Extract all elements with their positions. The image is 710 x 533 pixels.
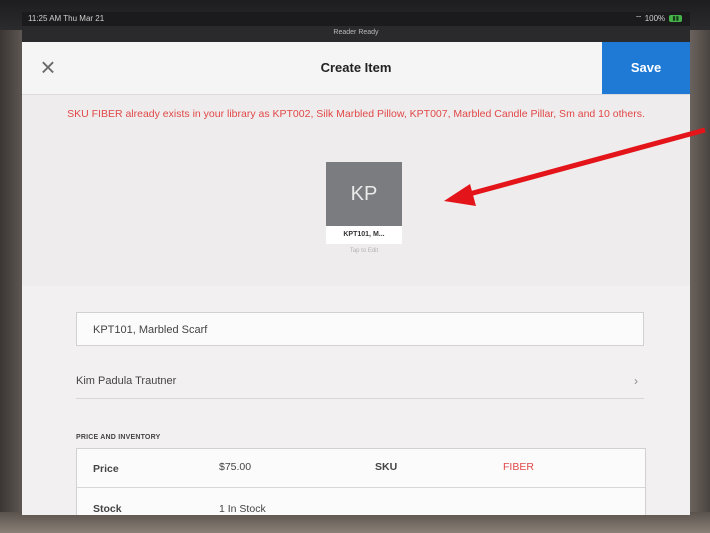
reader-status: Reader Ready <box>333 29 379 36</box>
wifi-icon: ⌔ <box>634 14 643 23</box>
price-label: Price <box>93 463 119 475</box>
status-time: 11:25 AM Thu Mar 21 <box>28 14 105 23</box>
battery-icon: ▮▮ <box>669 15 682 22</box>
vendor-name: Kim Padula Trautner <box>76 375 177 387</box>
item-image-tile[interactable]: KP <box>326 162 402 226</box>
price-inventory-table: Price $75.00 SKU FIBER Stock 1 In Stock <box>76 448 646 515</box>
sku-error-message: SKU FIBER already exists in your library… <box>67 108 645 120</box>
table-divider <box>77 487 645 488</box>
nav-header: × Create Item Save <box>22 42 690 95</box>
stock-value[interactable]: 1 In Stock <box>219 503 266 515</box>
status-bar: 11:25 AM Thu Mar 21 ⌔ 100% ▮▮ <box>22 12 690 26</box>
reader-status-bar: Reader Ready <box>22 26 690 42</box>
item-name-field[interactable]: KPT101, Marbled Scarf <box>76 312 644 346</box>
status-right: ⌔ 100% ▮▮ <box>635 14 682 24</box>
item-tile-label: KPT101, M... <box>326 226 402 244</box>
device-bezel-right <box>688 0 710 533</box>
save-button[interactable]: Save <box>602 42 690 94</box>
price-inventory-section-label: PRICE AND INVENTORY <box>76 434 161 441</box>
tap-to-edit-hint[interactable]: Tap to Edit <box>326 248 402 254</box>
sku-label: SKU <box>375 461 398 473</box>
sku-value[interactable]: FIBER <box>503 461 534 473</box>
vendor-row[interactable]: Kim Padula Trautner › <box>76 364 644 399</box>
battery-percent: 100% <box>644 14 666 23</box>
ipad-screen: 11:25 AM Thu Mar 21 ⌔ 100% ▮▮ Reader Rea… <box>22 12 690 515</box>
chevron-right-icon: › <box>634 374 638 388</box>
device-bezel-bottom <box>0 512 710 533</box>
page-title: Create Item <box>320 60 392 75</box>
stock-label: Stock <box>93 503 122 515</box>
price-value[interactable]: $75.00 <box>219 461 251 473</box>
